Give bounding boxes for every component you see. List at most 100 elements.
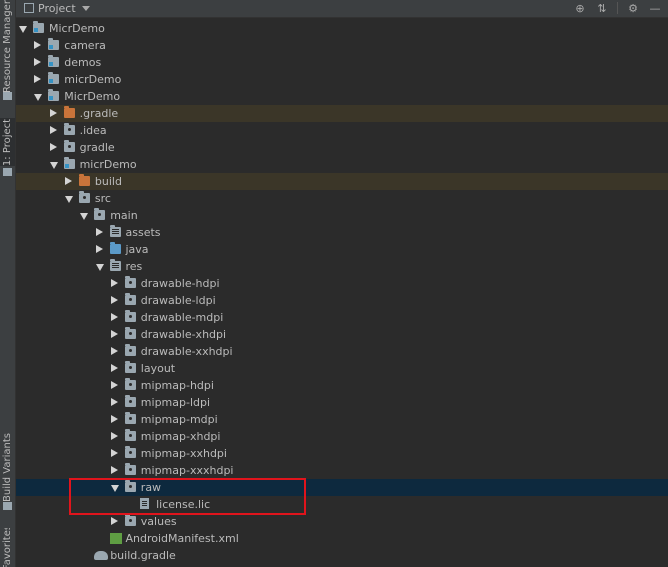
- folder-icon: [124, 463, 136, 475]
- expanded-arrow-icon[interactable]: [34, 94, 43, 101]
- tree-row[interactable]: drawable-ldpi: [16, 292, 668, 309]
- collapsed-arrow-icon[interactable]: [95, 228, 103, 236]
- expanded-arrow-icon[interactable]: [95, 264, 104, 271]
- collapsed-arrow-icon[interactable]: [110, 398, 118, 406]
- tree-item-label: layout: [140, 362, 176, 375]
- collapsed-arrow-icon[interactable]: [110, 313, 118, 321]
- collapsed-arrow-icon[interactable]: [110, 432, 118, 440]
- tree-item-label: drawable-hdpi: [140, 277, 220, 290]
- tree-row[interactable]: MicrDemo: [16, 20, 668, 37]
- collapsed-arrow-icon[interactable]: [110, 415, 118, 423]
- tree-row[interactable]: AndroidManifest.xml: [16, 530, 668, 547]
- tree-item-label: mipmap-mdpi: [140, 413, 218, 426]
- folder-icon: [124, 344, 136, 356]
- tree-item-label: drawable-ldpi: [140, 294, 216, 307]
- tree-row[interactable]: mipmap-xxhdpi: [16, 445, 668, 462]
- crosshair-icon[interactable]: ⊕: [573, 1, 587, 15]
- collapsed-arrow-icon[interactable]: [64, 177, 72, 185]
- tree-item-label: .gradle: [79, 107, 119, 120]
- collapsed-arrow-icon[interactable]: [49, 143, 57, 151]
- collapsed-arrow-icon[interactable]: [110, 347, 118, 355]
- collapsed-arrow-icon[interactable]: [34, 75, 42, 83]
- tree-row[interactable]: values: [16, 513, 668, 530]
- resource-manager-icon: [3, 92, 12, 100]
- tree-item-label: assets: [125, 226, 161, 239]
- tree-item-label: mipmap-xxxhdpi: [140, 464, 234, 477]
- tree-item-label: values: [140, 515, 177, 528]
- tree-row[interactable]: build.gradle: [16, 547, 668, 564]
- source-folder-icon: [109, 242, 121, 254]
- chevron-down-icon[interactable]: [81, 6, 90, 11]
- project-tab-label: 1: Project: [2, 118, 13, 166]
- favorites-tab[interactable]: Favorites: [0, 528, 15, 567]
- project-folder-icon: [3, 168, 12, 176]
- resources-folder-icon: [109, 225, 121, 237]
- project-view-icon: [24, 3, 34, 13]
- expanded-arrow-icon[interactable]: [80, 213, 89, 220]
- tree-row[interactable]: res: [16, 258, 668, 275]
- favorites-tab-label: Favorites: [2, 528, 14, 567]
- tree-item-label: camera: [64, 39, 106, 52]
- resource-manager-tab-label: Resource Manager: [2, 0, 13, 93]
- gradle-icon: [94, 551, 109, 560]
- folder-icon: [78, 191, 90, 203]
- folder-icon: [94, 208, 106, 220]
- build-variants-tab[interactable]: Build Variants: [0, 433, 15, 502]
- tree-row[interactable]: gradle: [16, 139, 668, 156]
- tree-item-label: drawable-xxhdpi: [140, 345, 233, 358]
- tree-row[interactable]: src: [16, 190, 668, 207]
- tree-row[interactable]: .idea: [16, 122, 668, 139]
- tree-item-label: mipmap-xhdpi: [140, 430, 221, 443]
- project-view-title[interactable]: Project: [38, 2, 76, 15]
- tree-row[interactable]: assets: [16, 224, 668, 241]
- tree-row[interactable]: drawable-mdpi: [16, 309, 668, 326]
- collapsed-arrow-icon[interactable]: [110, 449, 118, 457]
- tree-item-label: build.gradle: [110, 549, 176, 562]
- collapsed-arrow-icon[interactable]: [34, 58, 42, 66]
- collapsed-arrow-icon[interactable]: [110, 330, 118, 338]
- tree-row[interactable]: camera: [16, 37, 668, 54]
- collapsed-arrow-icon[interactable]: [110, 279, 118, 287]
- tree-row[interactable]: drawable-hdpi: [16, 275, 668, 292]
- tree-row[interactable]: java: [16, 241, 668, 258]
- tree-row[interactable]: mipmap-hdpi: [16, 377, 668, 394]
- folder-icon: [124, 378, 136, 390]
- expanded-arrow-icon[interactable]: [64, 196, 73, 203]
- tree-row[interactable]: micrDemo: [16, 71, 668, 88]
- tree-row[interactable]: layout: [16, 360, 668, 377]
- collapsed-arrow-icon[interactable]: [110, 517, 118, 525]
- tree-item-label: micrDemo: [64, 73, 122, 86]
- collapsed-arrow-icon[interactable]: [110, 296, 118, 304]
- tree-row[interactable]: main: [16, 207, 668, 224]
- project-tab[interactable]: 1: Project: [0, 118, 15, 166]
- minimize-icon[interactable]: —: [648, 1, 662, 15]
- collapsed-arrow-icon[interactable]: [49, 109, 57, 117]
- folder-icon: [124, 395, 136, 407]
- tree-item-label: AndroidManifest.xml: [125, 532, 239, 545]
- tree-row[interactable]: .gradle: [16, 105, 668, 122]
- collapsed-arrow-icon[interactable]: [34, 41, 42, 49]
- collapsed-arrow-icon[interactable]: [110, 466, 118, 474]
- collapsed-arrow-icon[interactable]: [95, 245, 103, 253]
- tree-row[interactable]: drawable-xxhdpi: [16, 343, 668, 360]
- folder-icon: [124, 310, 136, 322]
- tree-row[interactable]: mipmap-ldpi: [16, 394, 668, 411]
- collapse-all-icon[interactable]: ⇅: [595, 1, 609, 15]
- tree-row[interactable]: drawable-xhdpi: [16, 326, 668, 343]
- tree-row[interactable]: MicrDemo: [16, 88, 668, 105]
- tree-row[interactable]: build: [16, 173, 668, 190]
- expanded-arrow-icon[interactable]: [19, 26, 27, 33]
- gear-icon[interactable]: ⚙: [626, 1, 640, 15]
- tree-row[interactable]: micrDemo: [16, 156, 668, 173]
- tree-row[interactable]: mipmap-mdpi: [16, 411, 668, 428]
- module-folder-icon: [33, 21, 44, 33]
- tree-row[interactable]: mipmap-xxxhdpi: [16, 462, 668, 479]
- collapsed-arrow-icon[interactable]: [110, 381, 118, 389]
- tree-row[interactable]: mipmap-xhdpi: [16, 428, 668, 445]
- tree-row[interactable]: demos: [16, 54, 668, 71]
- tree-item-label: drawable-xhdpi: [140, 328, 227, 341]
- collapsed-arrow-icon[interactable]: [49, 126, 57, 134]
- expanded-arrow-icon[interactable]: [49, 162, 58, 169]
- resource-manager-tab[interactable]: Resource Manager: [0, 0, 15, 93]
- collapsed-arrow-icon[interactable]: [110, 364, 118, 372]
